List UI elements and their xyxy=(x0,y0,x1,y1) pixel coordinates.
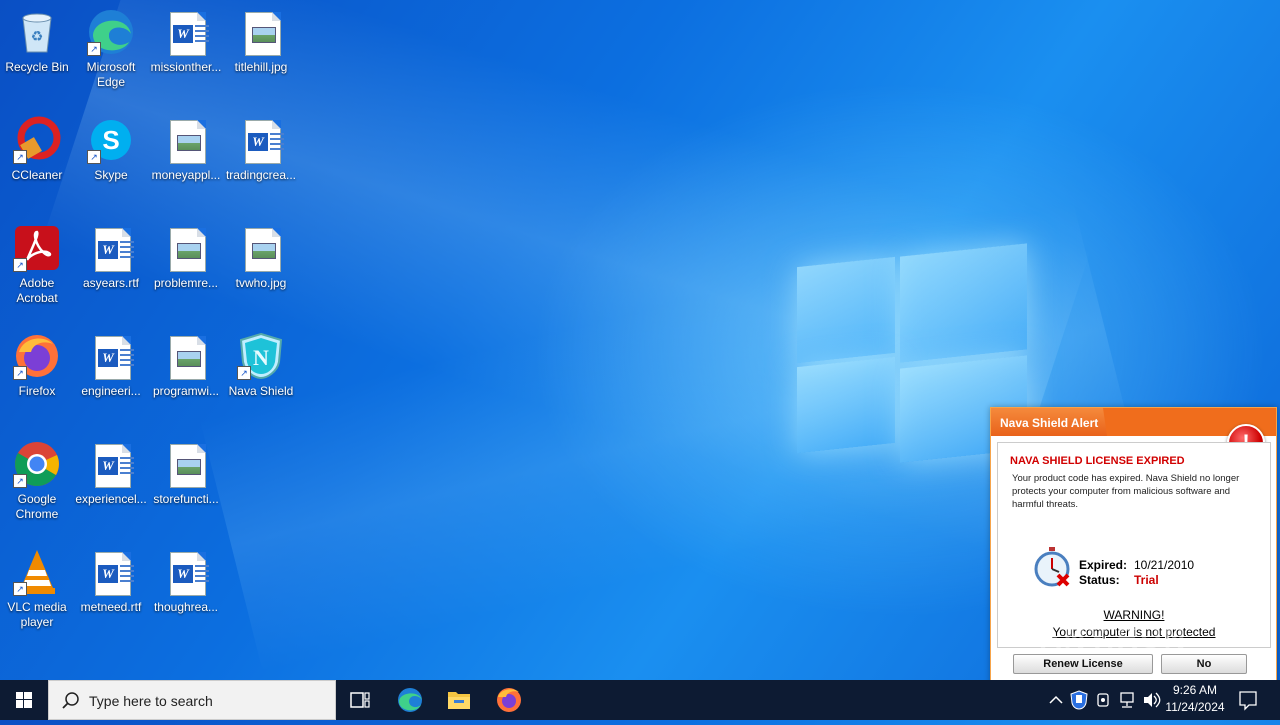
status-value: Trial xyxy=(1134,573,1159,587)
desktop-icon-skype[interactable]: S ↗ Skype xyxy=(74,116,148,183)
desktop-icon-firefox[interactable]: ↗ Firefox xyxy=(0,332,74,399)
expired-label: Expired: xyxy=(1079,558,1128,572)
watermark: ANY.RUN xyxy=(1040,622,1188,655)
desktop-icon-image-file[interactable]: problemre... xyxy=(149,224,223,291)
word-document-icon: W xyxy=(87,332,135,380)
word-document-icon: W xyxy=(237,116,285,164)
desktop-icon-adobe-acrobat[interactable]: ↗ Adobe Acrobat xyxy=(0,224,74,306)
desktop-icon-vlc[interactable]: ↗ VLC media player xyxy=(0,548,74,630)
word-document-icon: W xyxy=(87,224,135,272)
desktop-icon-word-file[interactable]: W experiencel... xyxy=(74,440,148,507)
desktop-icon-image-file[interactable]: tvwho.jpg xyxy=(224,224,298,291)
desktop-icon-word-file[interactable]: W tradingcrea... xyxy=(224,116,298,183)
alert-body: NAVA SHIELD LICENSE EXPIRED Your product… xyxy=(997,442,1271,648)
adobe-acrobat-icon: ↗ xyxy=(13,224,61,272)
skype-icon: S ↗ xyxy=(87,116,135,164)
firefox-icon xyxy=(497,688,521,712)
alert-heading: NAVA SHIELD LICENSE EXPIRED xyxy=(1010,455,1185,467)
desktop-icon-rtf-file[interactable]: W asyears.rtf xyxy=(74,224,148,291)
taskbar-firefox-button[interactable] xyxy=(485,680,533,720)
clock-date: 11/24/2024 xyxy=(1165,700,1225,714)
recycle-bin-icon: ♻ xyxy=(13,8,61,56)
chrome-icon: ↗ xyxy=(13,440,61,488)
image-file-icon xyxy=(162,116,210,164)
image-file-icon xyxy=(162,440,210,488)
image-file-icon xyxy=(237,224,285,272)
search-placeholder: Type here to search xyxy=(89,693,213,709)
desktop-icon-image-file[interactable]: programwi... xyxy=(149,332,223,399)
taskbar-edge-button[interactable] xyxy=(386,680,434,720)
ccleaner-icon: ↗ xyxy=(13,116,61,164)
usb-device-icon xyxy=(1097,693,1109,707)
task-view-icon xyxy=(350,692,370,708)
no-button[interactable]: No xyxy=(1161,654,1247,674)
renew-license-button[interactable]: Renew License xyxy=(1013,654,1153,674)
desktop-icon-image-file[interactable]: moneyappl... xyxy=(149,116,223,183)
status-label: Status: xyxy=(1079,573,1120,587)
folder-icon xyxy=(448,692,470,709)
desktop-icon-recycle-bin[interactable]: ♻ Recycle Bin xyxy=(0,8,74,75)
clock-time: 9:26 AM xyxy=(1172,683,1218,697)
task-view-button[interactable] xyxy=(336,680,384,720)
chevron-up-icon xyxy=(1049,695,1063,704)
desktop-icon-image-file[interactable]: titlehill.jpg xyxy=(224,8,298,75)
tray-volume[interactable] xyxy=(1140,680,1162,720)
tray-network[interactable] xyxy=(1116,680,1138,720)
desktop-icon-ccleaner[interactable]: ↗ CCleaner xyxy=(0,116,74,183)
taskbar-search-box[interactable]: Type here to search xyxy=(48,680,336,720)
word-document-icon: W xyxy=(87,548,135,596)
vlc-icon: ↗ xyxy=(13,548,61,596)
tray-device-icon[interactable] xyxy=(1092,680,1114,720)
desktop-icon-word-file[interactable]: W engineeri... xyxy=(74,332,148,399)
firefox-icon: ↗ xyxy=(13,332,61,380)
warning-title: WARNING! xyxy=(1103,608,1165,622)
windows-start-icon xyxy=(16,692,32,708)
stopwatch-expired-icon xyxy=(1032,547,1072,587)
edge-icon xyxy=(398,688,422,712)
edge-icon: ↗ xyxy=(87,8,135,56)
desktop-icon-image-file[interactable]: storefuncti... xyxy=(149,440,223,507)
svg-text:S: S xyxy=(102,125,119,155)
volume-icon xyxy=(1144,692,1161,708)
show-hidden-icons-button[interactable] xyxy=(1046,680,1066,720)
image-file-icon xyxy=(162,332,210,380)
network-icon xyxy=(1120,692,1134,708)
desktop-icon-google-chrome[interactable]: ↗ Google Chrome xyxy=(0,440,74,522)
tray-nava-shield[interactable] xyxy=(1068,680,1090,720)
desktop-icon-rtf-file[interactable]: W metneed.rtf xyxy=(74,548,148,615)
action-center-button[interactable] xyxy=(1236,680,1260,720)
word-document-icon: W xyxy=(87,440,135,488)
image-file-icon xyxy=(162,224,210,272)
alert-description: Your product code has expired. Nava Shie… xyxy=(1012,473,1240,510)
nava-shield-icon: N ↗ xyxy=(237,332,285,380)
shield-icon xyxy=(1070,690,1088,710)
desktop-icon-word-file[interactable]: W missionther... xyxy=(149,8,223,75)
taskbar-file-explorer-button[interactable] xyxy=(435,680,483,720)
word-document-icon: W xyxy=(162,548,210,596)
desktop-icon-microsoft-edge[interactable]: ↗ Microsoft Edge xyxy=(74,8,148,90)
alert-title: Nava Shield Alert xyxy=(1000,416,1099,430)
expired-value: 10/21/2010 xyxy=(1134,558,1195,572)
search-icon xyxy=(62,692,79,709)
image-file-icon xyxy=(237,8,285,56)
taskbar: Type here to search 9:26 AM 11/24/2024 xyxy=(0,680,1280,720)
desktop-icon-nava-shield[interactable]: N ↗ Nava Shield xyxy=(224,332,298,399)
notification-icon xyxy=(1239,691,1257,711)
desktop-icon-word-file[interactable]: W thoughrea... xyxy=(149,548,223,615)
taskbar-clock[interactable]: 9:26 AM 11/24/2024 xyxy=(1160,682,1230,716)
svg-text:N: N xyxy=(253,345,269,370)
word-document-icon: W xyxy=(162,8,210,56)
start-button[interactable] xyxy=(0,680,48,720)
svg-text:♻: ♻ xyxy=(31,28,44,44)
